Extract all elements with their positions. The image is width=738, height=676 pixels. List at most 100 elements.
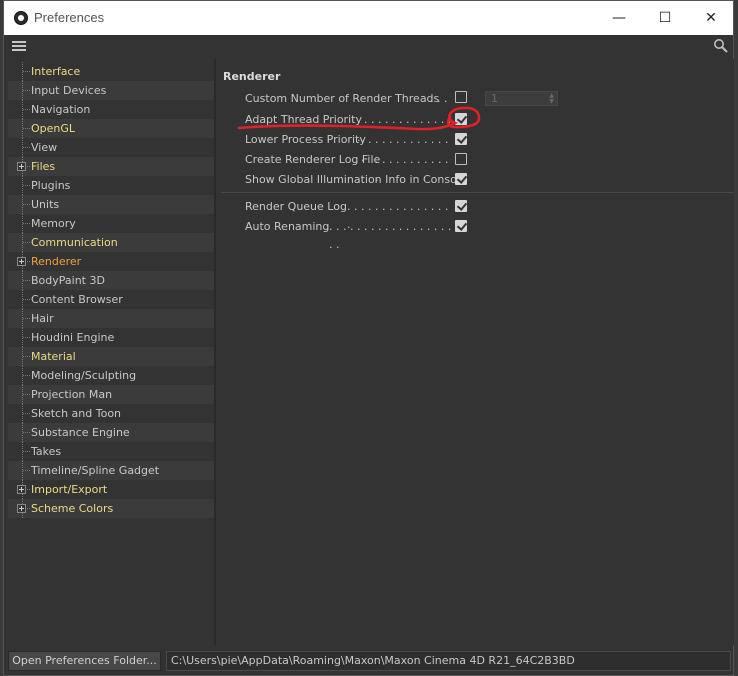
- tree-line: [22, 271, 31, 290]
- tree-line: [22, 138, 31, 157]
- option-label: Auto Renaming: [245, 220, 330, 233]
- expand-plus-icon[interactable]: [17, 504, 26, 513]
- option-label: Lower Process Priority: [245, 133, 366, 146]
- tree-line: [22, 309, 31, 328]
- tree-line: [22, 62, 31, 81]
- render-queue-log-checkbox[interactable]: [455, 200, 467, 212]
- sidebar-item-material[interactable]: Material: [8, 347, 214, 366]
- open-preferences-folder-button[interactable]: Open Preferences Folder...: [8, 651, 161, 671]
- sidebar-item-navigation[interactable]: Navigation: [8, 100, 214, 119]
- sidebar-item-label: Renderer: [31, 255, 82, 268]
- sidebar-item-label: OpenGL: [31, 122, 76, 135]
- sidebar-item-label: Input Devices: [31, 84, 107, 97]
- search-icon[interactable]: [713, 38, 729, 54]
- sidebar-item-label: Navigation: [31, 103, 91, 116]
- window-title: Preferences: [34, 10, 105, 25]
- expand-plus-icon[interactable]: [17, 257, 26, 266]
- sidebar-item-substance-engine[interactable]: Substance Engine: [8, 423, 214, 442]
- section-divider: [221, 192, 733, 193]
- tree-line: [22, 119, 31, 138]
- option-row-gi-info: Show Global Illumination Info in Console: [245, 171, 467, 189]
- auto-renaming-checkbox[interactable]: [455, 220, 467, 232]
- sidebar-item-view[interactable]: View: [8, 138, 214, 157]
- expand-plus-icon[interactable]: [17, 485, 26, 494]
- sidebar-item-label: Material: [31, 350, 76, 363]
- tree-line: [22, 366, 31, 385]
- lower-priority-checkbox[interactable]: [455, 133, 467, 145]
- close-button[interactable]: ✕: [688, 1, 734, 35]
- gi-info-checkbox[interactable]: [455, 173, 467, 185]
- footer-bar: Open Preferences Folder... C:\Users\pie\…: [4, 647, 733, 675]
- option-label: Show Global Illumination Info in Console: [245, 173, 467, 186]
- sidebar-item-sketch-and-toon[interactable]: Sketch and Toon: [8, 404, 214, 423]
- tree-line: [22, 81, 31, 100]
- title-bar: Preferences — ☐ ✕: [4, 1, 733, 35]
- preferences-window: Preferences — ☐ ✕ Interface Input Devices…: [3, 0, 734, 676]
- option-row-adapt-priority: Adapt Thread Priority: [245, 111, 362, 129]
- tree-line: [22, 404, 31, 423]
- sidebar-item-label: Timeline/Spline Gadget: [31, 464, 160, 477]
- sidebar-item-label: Content Browser: [31, 293, 123, 306]
- tree-line: [22, 290, 31, 309]
- sidebar-item-projection-man[interactable]: Projection Man: [8, 385, 214, 404]
- sidebar-item-houdini-engine[interactable]: Houdini Engine: [8, 328, 214, 347]
- thread-count-field[interactable]: 1 ▲ ▼: [485, 91, 558, 106]
- sidebar-item-label: Import/Export: [31, 483, 108, 496]
- adapt-priority-checkbox[interactable]: [455, 113, 467, 125]
- sidebar-item-opengl[interactable]: OpenGL: [8, 119, 214, 138]
- sidebar-item-hair[interactable]: Hair: [8, 309, 214, 328]
- section-title: Renderer: [223, 70, 281, 83]
- tree-line: [22, 195, 31, 214]
- sidebar-item-label: Projection Man: [31, 388, 113, 401]
- preferences-path-field[interactable]: C:\Users\pie\AppData\Roaming\Maxon\Maxon…: [166, 651, 731, 671]
- spin-down-icon[interactable]: ▼: [549, 99, 554, 105]
- sidebar-item-label: View: [31, 141, 58, 154]
- tree-line: [22, 347, 31, 366]
- option-row-render-queue-log: Render Queue Log: [245, 198, 347, 216]
- sidebar-item-content-browser[interactable]: Content Browser: [8, 290, 214, 309]
- sidebar-item-label: Memory: [31, 217, 76, 230]
- sidebar-item-import-export[interactable]: Import/Export: [8, 480, 214, 499]
- sidebar-item-plugins[interactable]: Plugins: [8, 176, 214, 195]
- sidebar-item-label: Units: [31, 198, 60, 211]
- custom-threads-checkbox[interactable]: [455, 91, 467, 103]
- cinema4d-app-icon: [14, 11, 28, 25]
- tree-line: [22, 442, 31, 461]
- option-row-log-file: Create Renderer Log File: [245, 151, 380, 169]
- sidebar-item-bodypaint-3d[interactable]: BodyPaint 3D: [8, 271, 214, 290]
- tree-line: [22, 214, 31, 233]
- option-label: Adapt Thread Priority: [245, 113, 362, 126]
- expand-plus-icon[interactable]: [17, 162, 26, 171]
- sidebar-item-scheme-colors[interactable]: Scheme Colors: [8, 499, 214, 518]
- sidebar-item-takes[interactable]: Takes: [8, 442, 214, 461]
- sidebar-item-interface[interactable]: Interface: [8, 62, 214, 81]
- sidebar-item-label: Plugins: [31, 179, 71, 192]
- sidebar-item-timeline-spline-gadget[interactable]: Timeline/Spline Gadget: [8, 461, 214, 480]
- option-label: Render Queue Log: [245, 200, 347, 213]
- tree-line: [22, 461, 31, 480]
- tree-line: [22, 233, 31, 252]
- sidebar-item-label: Communication: [31, 236, 118, 249]
- minimize-button[interactable]: —: [596, 1, 642, 35]
- sidebar-item-label: Scheme Colors: [31, 502, 114, 515]
- settings-panel: Renderer Custom Number of Render Threads…: [217, 59, 734, 645]
- tree-line: [22, 100, 31, 119]
- tree-line: [22, 423, 31, 442]
- sidebar-item-input-devices[interactable]: Input Devices: [8, 81, 214, 100]
- sidebar-item-renderer[interactable]: Renderer: [8, 252, 214, 271]
- sidebar-item-modeling-sculpting[interactable]: Modeling/Sculpting: [8, 366, 214, 385]
- tree-line: [22, 176, 31, 195]
- menu-row: [4, 35, 733, 57]
- option-label: Create Renderer Log File: [245, 153, 381, 166]
- sidebar-item-label: BodyPaint 3D: [31, 274, 105, 287]
- sidebar-item-label: Modeling/Sculpting: [31, 369, 137, 382]
- sidebar-item-files[interactable]: Files: [8, 157, 214, 176]
- log-file-checkbox[interactable]: [455, 153, 467, 165]
- sidebar-item-units[interactable]: Units: [8, 195, 214, 214]
- sidebar-item-communication[interactable]: Communication: [8, 233, 214, 252]
- tree-line: [22, 328, 31, 347]
- option-row-auto-renaming: Auto Renaming: [245, 218, 329, 236]
- sidebar-item-memory[interactable]: Memory: [8, 214, 214, 233]
- hamburger-icon[interactable]: [12, 41, 26, 51]
- maximize-button[interactable]: ☐: [642, 1, 688, 35]
